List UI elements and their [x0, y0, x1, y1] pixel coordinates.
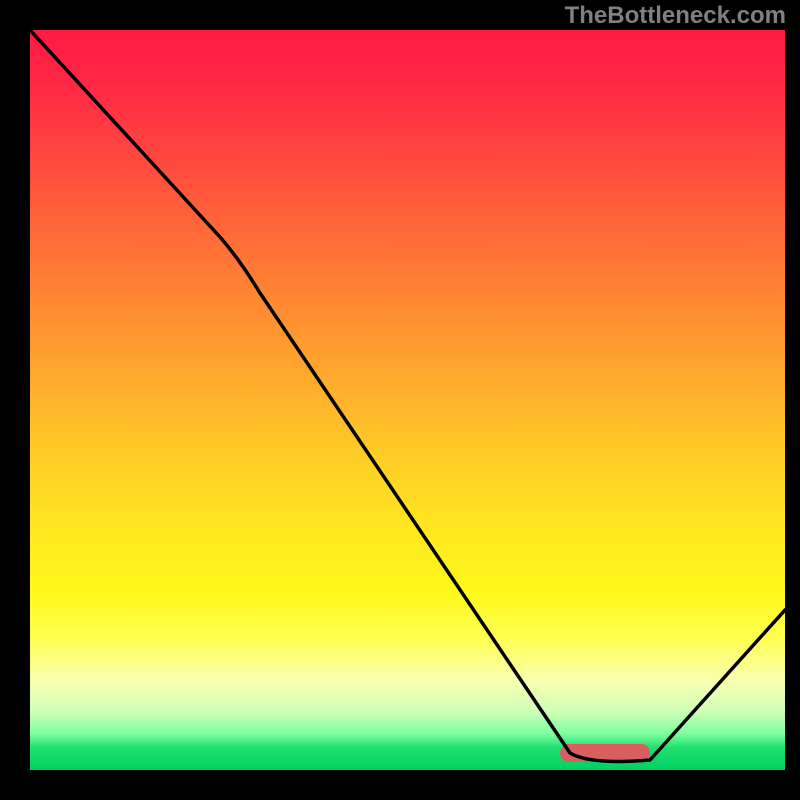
watermark-text: TheBottleneck.com: [565, 2, 786, 30]
bottleneck-curve-line: [30, 30, 785, 770]
chart-plot-area: [30, 30, 785, 770]
